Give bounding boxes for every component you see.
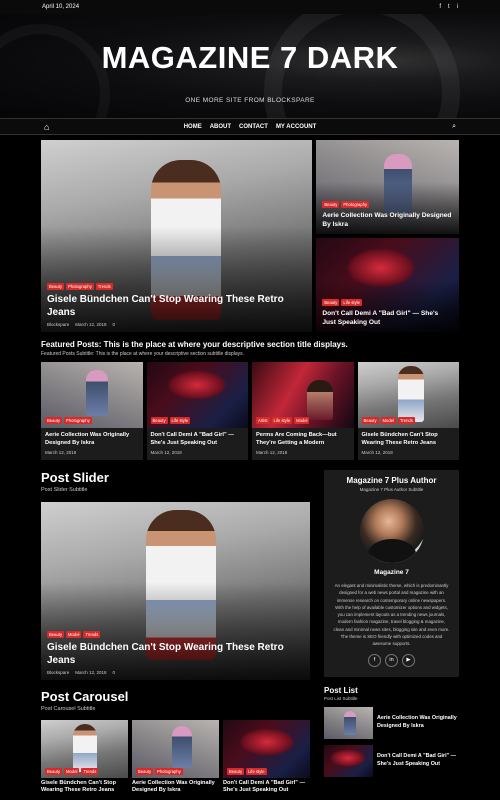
post-list-title: Post List <box>324 685 358 695</box>
post-title[interactable]: Don't Call Demi A "Bad Girl" — She's Jus… <box>322 309 453 327</box>
post-list-subtitle: Post List Subtitle <box>324 695 358 701</box>
post-carousel-subtitle: Post Carousel Subtitle <box>41 706 96 712</box>
list-item[interactable]: Don't Call Demi A "Bad Girl" — She's Jus… <box>324 744 459 777</box>
author-social-links: f in ▶ <box>330 653 453 667</box>
featured-main-post[interactable]: Beauty Photography Trends Gisele Bündche… <box>41 140 313 332</box>
post-slider-subtitle: Post Slider Subtitle <box>41 487 88 493</box>
side-post[interactable]: Beauty Photography Aerie Collection Was … <box>316 140 459 234</box>
tag[interactable]: Beauty <box>45 417 63 424</box>
author-bio: An elegant and minimalistic theme, which… <box>333 583 450 647</box>
post-title[interactable]: Aerie Collection Was Originally Designed… <box>377 715 459 730</box>
post-date: March 12, 2018 <box>361 450 393 455</box>
top-bar: April 10, 2024 f t i <box>0 0 500 14</box>
tag[interactable]: Beauty <box>322 201 340 208</box>
tag[interactable]: Life style <box>341 299 362 306</box>
twitter-icon[interactable]: t <box>448 4 450 10</box>
comment-count[interactable]: 0 <box>113 322 116 327</box>
post-date: March 12, 2018 <box>75 322 107 327</box>
side-post[interactable]: Beauty Life style Don't Call Demi A "Bad… <box>316 238 459 332</box>
instagram-icon[interactable]: i <box>457 4 458 10</box>
nav-item-my-account[interactable]: MY ACCOUNT <box>276 124 316 130</box>
tag[interactable]: Photography <box>66 283 94 290</box>
post-slider-title: Post Slider <box>41 470 109 485</box>
tag[interactable]: Beauty <box>47 631 65 638</box>
main-navigation: ⌂ HOME ABOUT CONTACT MY ACCOUNT ⌕ <box>0 118 500 135</box>
tag[interactable]: Trends <box>83 631 101 638</box>
post-card[interactable]: Beauty Model Trends Gisele Bündchen Can'… <box>357 362 460 460</box>
nav-item-home[interactable]: HOME <box>184 124 202 130</box>
facebook-icon[interactable]: f <box>368 653 381 667</box>
post-title[interactable]: Aerie Collection Was Originally Designed… <box>322 211 453 229</box>
tag[interactable]: Beauty <box>150 417 168 424</box>
post-card[interactable]: Beauty Photography Aerie Collection Was … <box>41 362 143 460</box>
tag[interactable]: Model <box>380 417 396 424</box>
facebook-icon[interactable]: f <box>439 4 441 10</box>
post-title[interactable]: Don't Call Demi A "Bad Girl" — She's Jus… <box>377 753 459 768</box>
tag[interactable]: Beauty <box>47 283 65 290</box>
post-slider[interactable]: Beauty Model Trends Gisele Bündchen Can'… <box>41 502 310 680</box>
tag[interactable]: Beauty <box>136 768 154 775</box>
post-carousel: Beauty Model Trends Gisele Bündchen Can'… <box>41 720 310 795</box>
post-title[interactable]: Aerie Collection Was Originally Designed… <box>132 778 219 795</box>
post-card[interactable]: Artist Life style Model Perms Are Coming… <box>252 362 354 460</box>
author-widget-title: Magazine 7 Plus Author <box>346 476 437 485</box>
tag[interactable]: Model <box>66 631 82 638</box>
avatar <box>359 499 424 563</box>
post-date: March 12, 2018 <box>45 450 77 455</box>
author-widget-subtitle: Magazine 7 Plus Author Subtitle <box>359 487 424 492</box>
tag[interactable]: Artist <box>256 417 270 424</box>
featured-grid: Beauty Photography Trends Gisele Bündche… <box>41 140 459 332</box>
tag[interactable]: Trends <box>95 283 113 290</box>
tag[interactable]: Photography <box>155 768 183 775</box>
tag[interactable]: Beauty <box>322 299 340 306</box>
post-card[interactable]: Beauty Life style Don't Call Demi A "Bad… <box>146 362 249 460</box>
author-name[interactable]: Magazine 7 <box>330 569 453 576</box>
post-title[interactable]: Gisele Bündchen Can't Stop Wearing These… <box>358 428 460 450</box>
nav-item-about[interactable]: ABOUT <box>210 124 231 130</box>
nav-item-contact[interactable]: CONTACT <box>239 124 268 130</box>
tag[interactable]: Beauty <box>45 768 63 775</box>
post-author[interactable]: Blockspare <box>47 322 69 327</box>
carousel-item[interactable]: Beauty Life style Don't Call Demi A "Bad… <box>223 720 310 795</box>
post-title[interactable]: Perms Are Coming Back—but They're Gettin… <box>252 428 354 450</box>
tag[interactable]: Life style <box>271 417 293 424</box>
tag[interactable]: Photography <box>341 201 370 208</box>
carousel-item[interactable]: Beauty Model Trends Gisele Bündchen Can'… <box>41 720 128 795</box>
site-title[interactable]: MAGAZINE 7 DARK <box>0 40 500 76</box>
post-title[interactable]: Don't Call Demi A "Bad Girl" — She's Jus… <box>147 428 249 450</box>
top-social-links: f t i <box>439 4 458 10</box>
post-carousel-title: Post Carousel <box>41 689 129 704</box>
tag[interactable]: Model <box>64 768 80 775</box>
tag[interactable]: Trends <box>397 417 415 424</box>
post-title[interactable]: Gisele Bündchen Can't Stop Wearing These… <box>47 293 306 319</box>
linkedin-icon[interactable]: in <box>385 653 398 667</box>
tag[interactable]: Model <box>294 417 310 424</box>
tag[interactable]: Life style <box>246 768 267 775</box>
site-header: MAGAZINE 7 DARK ONE MORE SITE FROM BLOCK… <box>0 14 500 118</box>
featured-cards: Beauty Photography Aerie Collection Was … <box>41 362 459 460</box>
section-title: Featured Posts: This is the place at whe… <box>41 340 348 349</box>
tag[interactable]: Beauty <box>227 768 245 775</box>
nav-menu: HOME ABOUT CONTACT MY ACCOUNT <box>0 124 500 130</box>
tag[interactable]: Life style <box>169 417 191 424</box>
site-tagline: ONE MORE SITE FROM BLOCKSPARE <box>185 97 315 104</box>
post-title[interactable]: Aerie Collection Was Originally Designed… <box>41 428 143 450</box>
post-date: March 12, 2018 <box>256 450 288 455</box>
author-widget: Magazine 7 Plus Author Magazine 7 Plus A… <box>324 470 459 677</box>
post-title[interactable]: Gisele Bündchen Can't Stop Wearing These… <box>47 641 304 667</box>
comment-count[interactable]: 0 <box>113 670 116 675</box>
section-subtitle: Featured Posts Subtitle: This is the pla… <box>41 351 245 357</box>
post-title[interactable]: Don't Call Demi A "Bad Girl" — She's Jus… <box>223 778 310 795</box>
post-title[interactable]: Gisele Bündchen Can't Stop Wearing These… <box>41 778 128 795</box>
tag[interactable]: Photography <box>64 417 92 424</box>
carousel-item[interactable]: Beauty Photography Aerie Collection Was … <box>132 720 219 795</box>
current-date: April 10, 2024 <box>42 4 80 10</box>
tag[interactable]: Beauty <box>361 417 379 424</box>
youtube-icon[interactable]: ▶ <box>402 653 415 667</box>
tag[interactable]: Trends <box>81 768 99 775</box>
post-date: March 12, 2018 <box>75 670 107 675</box>
post-date: March 12, 2018 <box>150 450 182 455</box>
list-item[interactable]: Aerie Collection Was Originally Designed… <box>324 706 459 739</box>
post-author[interactable]: Blockspare <box>47 670 69 675</box>
